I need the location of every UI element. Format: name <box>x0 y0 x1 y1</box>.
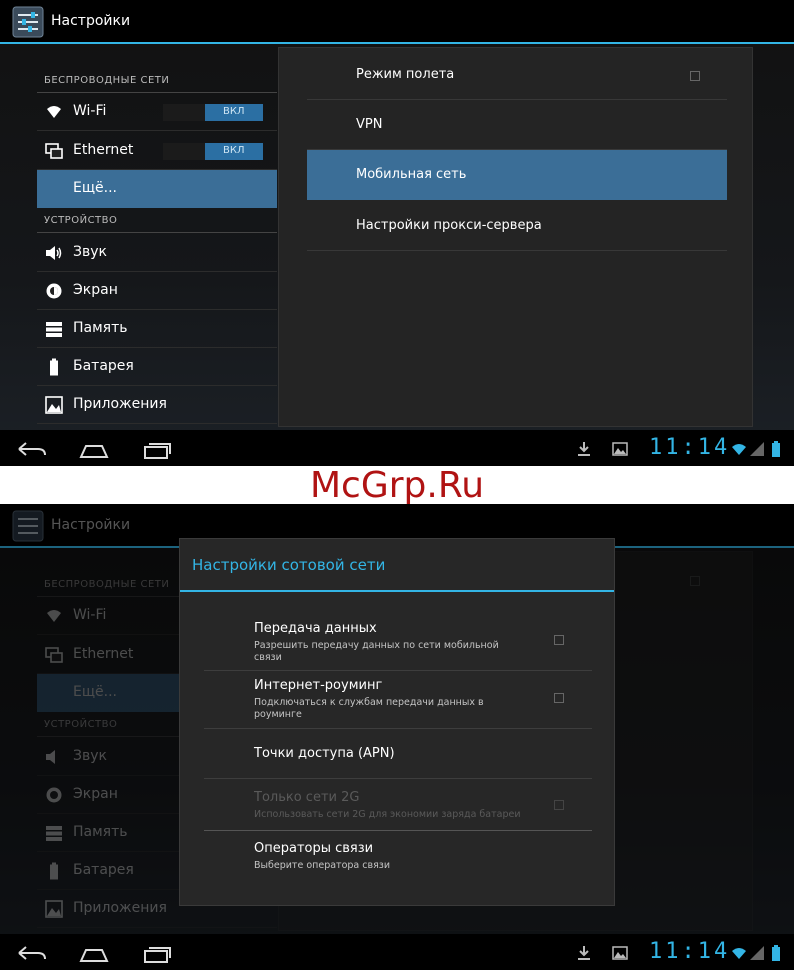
sidebar-item-ethernet[interactable]: Ethernet ВКЛ <box>37 132 277 170</box>
brightness-icon <box>46 283 62 299</box>
signal-icon <box>750 442 764 456</box>
sidebar-item-battery[interactable]: Батарея <box>37 348 277 386</box>
sidebar-item-more[interactable]: Ещё... <box>37 170 277 208</box>
airplane-mode-checkbox[interactable] <box>690 71 700 81</box>
dialog-title-divider <box>180 590 614 592</box>
toggle-label: ВКЛ <box>223 145 245 156</box>
gallery-icon <box>612 946 628 960</box>
network-operators-item[interactable]: Операторы связи Выберите оператора связи <box>204 831 592 883</box>
ethernet-toggle[interactable]: ВКЛ <box>163 143 263 160</box>
settings-sidebar: БЕСПРОВОДНЫЕ СЕТИ Wi-Fi ВКЛ Ethernet ВКЛ… <box>0 44 278 430</box>
sidebar-item-label: Звук <box>73 244 107 260</box>
screenshot-mobile-network-dialog: Настройки БЕСПРОВОДНЫЕ СЕТИ Wi-Fi Ethern… <box>0 504 794 970</box>
detail-item-label: Мобильная сеть <box>356 167 467 182</box>
sidebar-item-label: Wi-Fi <box>73 103 107 119</box>
detail-item-label: Режим полета <box>356 67 455 82</box>
dialog-item-title: Интернет-роуминг <box>254 678 383 693</box>
back-icon[interactable] <box>16 438 48 460</box>
app-title: Настройки <box>51 13 131 29</box>
section-divider <box>37 232 277 233</box>
sidebar-item-label: Приложения <box>73 396 167 412</box>
dialog-item-summary: Разрешить передачу данных по сети мобиль… <box>254 640 499 663</box>
system-nav-bar: 11:14 <box>0 430 794 466</box>
only-2g-checkbox <box>554 800 564 810</box>
watermark-text: McGrp.Ru <box>309 465 485 506</box>
data-roaming-item[interactable]: Интернет-роуминг Подключаться к службам … <box>204 671 592 729</box>
speaker-icon <box>46 246 62 260</box>
battery-icon <box>772 945 780 961</box>
vpn-item[interactable]: VPN <box>307 100 727 150</box>
apps-icon <box>45 396 63 414</box>
dialog-item-summary: Подключаться к службам передачи данных в… <box>254 697 484 720</box>
home-icon[interactable] <box>78 438 110 460</box>
dialog-item-title: Операторы связи <box>254 841 374 856</box>
storage-icon <box>46 322 62 337</box>
detail-item-label: VPN <box>356 117 383 132</box>
battery-icon <box>50 358 58 376</box>
detail-pane: Режим полета VPN Мобильная сеть Настройк… <box>278 47 753 427</box>
only-2g-item: Только сети 2G Использовать сети 2G для … <box>204 779 592 831</box>
sidebar-item-display[interactable]: Экран <box>37 272 277 310</box>
toggle-label: ВКЛ <box>223 106 245 117</box>
wifi-icon <box>732 444 746 455</box>
sidebar-item-label: Батарея <box>73 358 134 374</box>
detail-item-label: Настройки прокси-сервера <box>356 218 542 233</box>
download-icon <box>578 442 590 456</box>
section-header-wireless: БЕСПРОВОДНЫЕ СЕТИ <box>44 75 170 86</box>
sidebar-item-label: Ethernet <box>73 142 134 158</box>
back-icon[interactable] <box>16 942 48 964</box>
apn-item[interactable]: Точки доступа (APN) <box>204 729 592 779</box>
sidebar-item-label: Экран <box>73 282 118 298</box>
proxy-settings-item[interactable]: Настройки прокси-сервера <box>307 201 727 251</box>
section-header-device: УСТРОЙСТВО <box>44 215 118 226</box>
dialog-item-title: Точки доступа (APN) <box>254 746 395 761</box>
system-nav-bar: 11:14 <box>0 934 794 970</box>
screenshot-settings-more: Настройки БЕСПРОВОДНЫЕ СЕТИ Wi-Fi ВКЛ Et… <box>0 0 794 466</box>
status-clock: 11:14 <box>649 939 731 964</box>
dialog-item-summary: Использовать сети 2G для экономии заряда… <box>254 809 521 820</box>
sidebar-item-label: Ещё... <box>73 180 117 196</box>
settings-sliders-icon[interactable] <box>12 6 44 38</box>
status-clock: 11:14 <box>649 435 731 460</box>
data-enabled-checkbox[interactable] <box>554 635 564 645</box>
wifi-icon <box>732 948 746 959</box>
airplane-mode-item[interactable]: Режим полета <box>307 50 727 100</box>
wifi-toggle[interactable]: ВКЛ <box>163 104 263 121</box>
dialog-item-title: Только сети 2G <box>254 790 360 805</box>
sidebar-item-storage[interactable]: Память <box>37 310 277 348</box>
dialog-title: Настройки сотовой сети <box>192 556 386 574</box>
ethernet-icon <box>45 143 63 159</box>
mobile-network-dialog: Настройки сотовой сети Передача данных Р… <box>179 538 615 906</box>
mobile-network-item[interactable]: Мобильная сеть <box>307 150 727 200</box>
sidebar-item-apps[interactable]: Приложения <box>37 386 277 424</box>
recents-icon[interactable] <box>141 438 173 460</box>
action-bar: Настройки <box>0 0 794 44</box>
wifi-icon <box>47 106 61 118</box>
sidebar-item-sound[interactable]: Звук <box>37 234 277 272</box>
data-enabled-item[interactable]: Передача данных Разрешить передачу данны… <box>204 605 592 671</box>
dialog-item-title: Передача данных <box>254 621 377 636</box>
sidebar-item-label: Память <box>73 320 128 336</box>
gallery-icon <box>612 442 628 456</box>
signal-icon <box>750 946 764 960</box>
toggle-thumb: ВКЛ <box>205 143 263 160</box>
home-icon[interactable] <box>78 942 110 964</box>
dialog-item-summary: Выберите оператора связи <box>254 860 391 871</box>
battery-icon <box>772 441 780 457</box>
toggle-thumb: ВКЛ <box>205 104 263 121</box>
recents-icon[interactable] <box>141 942 173 964</box>
watermark-banner: McGrp.Ru <box>0 465 794 506</box>
data-roaming-checkbox[interactable] <box>554 693 564 703</box>
download-icon <box>578 946 590 960</box>
sidebar-item-wifi[interactable]: Wi-Fi ВКЛ <box>37 93 277 131</box>
